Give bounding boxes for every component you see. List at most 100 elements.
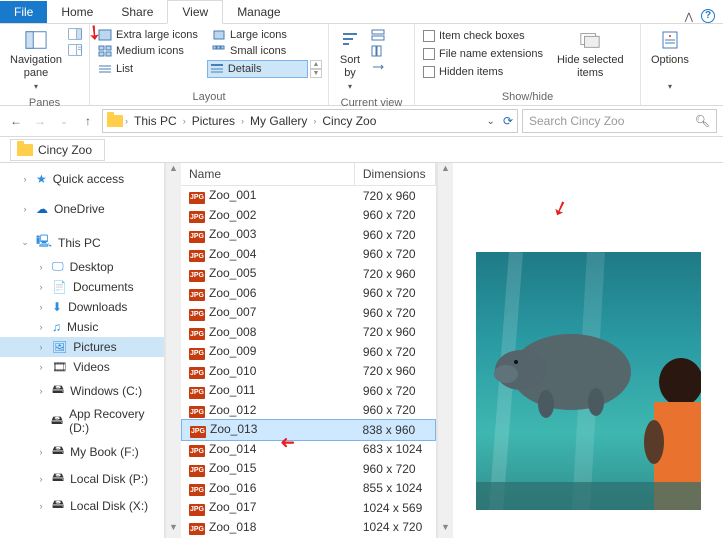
column-header-name[interactable]: Name — [181, 163, 355, 185]
file-row[interactable]: JPGZoo_003960 x 720 — [181, 225, 436, 245]
column-header-dimensions[interactable]: Dimensions — [355, 163, 436, 185]
hide-selected-items-button[interactable]: Hide selected items — [553, 26, 628, 82]
group-label-show-hide: Show/hide — [421, 89, 634, 105]
jpg-icon: JPG — [189, 309, 205, 321]
file-name: Zoo_003 — [209, 227, 256, 241]
group-label-layout: Layout — [96, 89, 322, 105]
layout-details[interactable]: Details — [207, 60, 308, 78]
sidebar-item-windows-c[interactable]: ›🖴Windows (C:) — [0, 377, 164, 404]
breadcrumb-thispc[interactable]: This PC — [130, 114, 181, 128]
sidebar-item-local-p[interactable]: ›🖴Local Disk (P:) — [0, 465, 164, 492]
sidebar-item-thispc[interactable]: ⌄🖳This PC — [0, 229, 164, 256]
file-row[interactable]: JPGZoo_009960 x 720 — [181, 342, 436, 362]
navigation-pane-button[interactable]: Navigation pane▾ — [6, 26, 66, 95]
file-name: Zoo_012 — [209, 403, 256, 417]
sidebar-item-local-x[interactable]: ›🖴Local Disk (X:) — [0, 492, 164, 519]
sidebar-item-documents[interactable]: ›📄Documents — [0, 277, 164, 297]
layout-medium-icons[interactable]: Medium icons — [96, 44, 210, 58]
file-row[interactable]: JPGZoo_016855 x 1024 — [181, 479, 436, 499]
file-row[interactable]: JPGZoo_015960 x 720 — [181, 459, 436, 479]
file-row[interactable]: JPGZoo_001720 x 960 — [181, 186, 436, 206]
preview-pane-button[interactable] — [68, 28, 82, 43]
file-row[interactable]: JPGZoo_014683 x 1024 — [181, 440, 436, 460]
recent-dropdown[interactable]: ⌄ — [54, 111, 74, 131]
sidebar-item-pictures[interactable]: ›🖼Pictures — [0, 337, 164, 357]
file-dimensions: 1024 x 720 — [355, 519, 436, 535]
tab-home[interactable]: Home — [47, 1, 107, 23]
file-dimensions: 720 x 960 — [355, 363, 436, 379]
size-columns-button[interactable] — [371, 61, 385, 76]
ribbon-minimize-icon[interactable]: ⋀ — [685, 12, 693, 23]
sidebar-item-quick-access[interactable]: ›★Quick access — [0, 169, 164, 189]
folder-tab[interactable]: Cincy Zoo — [10, 139, 105, 161]
search-box[interactable]: Search Cincy Zoo 🔍︎ — [522, 109, 717, 133]
add-columns-button[interactable] — [371, 45, 385, 60]
file-dimensions: 960 x 720 — [355, 305, 436, 321]
cloud-icon: ☁ — [36, 202, 48, 216]
sidebar-item-desktop[interactable]: ›🖵Desktop — [0, 256, 164, 277]
file-row[interactable]: JPGZoo_004960 x 720 — [181, 245, 436, 265]
sidebar-item-downloads[interactable]: ›⬇Downloads — [0, 297, 164, 317]
up-button[interactable]: ↑ — [78, 111, 98, 131]
file-row[interactable]: JPGZoo_005720 x 960 — [181, 264, 436, 284]
file-row[interactable]: JPGZoo_011960 x 720 — [181, 381, 436, 401]
breadcrumb-cincyzoo[interactable]: Cincy Zoo — [318, 114, 380, 128]
layout-small-icons[interactable]: Small icons — [210, 44, 310, 58]
layout-scroll-up[interactable]: ▲ — [310, 60, 322, 69]
back-button[interactable]: ← — [6, 111, 26, 131]
file-row[interactable]: JPGZoo_013838 x 960 — [181, 419, 436, 441]
group-by-button[interactable] — [371, 29, 385, 44]
file-row[interactable]: JPGZoo_0181024 x 720 — [181, 518, 436, 538]
group-label-panes: Panes — [6, 95, 83, 111]
jpg-icon: JPG — [189, 348, 205, 360]
file-row[interactable]: JPGZoo_010720 x 960 — [181, 362, 436, 382]
breadcrumb-mygallery[interactable]: My Gallery — [246, 114, 311, 128]
file-dimensions: 720 x 960 — [355, 188, 436, 204]
layout-large-icons[interactable]: Large icons — [210, 28, 310, 42]
file-row[interactable]: JPGZoo_006960 x 720 — [181, 284, 436, 304]
file-name-extensions-toggle[interactable]: File name extensions — [421, 47, 545, 61]
file-dimensions: 960 x 720 — [355, 207, 436, 223]
hidden-items-toggle[interactable]: Hidden items — [421, 65, 545, 79]
item-check-boxes-toggle[interactable]: Item check boxes — [421, 29, 545, 43]
file-row[interactable]: JPGZoo_007960 x 720 — [181, 303, 436, 323]
sort-by-button[interactable]: Sort by▾ — [335, 26, 365, 95]
ribbon: Navigation pane▾ Panes Extra large icons… — [0, 24, 723, 106]
layout-scroll-down[interactable]: ▼ — [310, 69, 322, 78]
tab-file[interactable]: File — [0, 1, 47, 23]
details-pane-button[interactable] — [68, 44, 82, 59]
sidebar-item-onedrive[interactable]: ›☁OneDrive — [0, 199, 164, 219]
file-name: Zoo_018 — [209, 520, 256, 534]
drive-icon: 🖴 — [52, 380, 64, 401]
file-list-scrollbar[interactable]: ▲ ▼ — [165, 163, 181, 538]
file-row[interactable]: JPGZoo_002960 x 720 — [181, 206, 436, 226]
address-dropdown[interactable]: ⌄ — [487, 116, 495, 127]
tab-share[interactable]: Share — [107, 1, 167, 23]
options-icon — [659, 30, 681, 50]
sidebar-item-app-recovery[interactable]: 🖴App Recovery (D:) — [0, 404, 164, 438]
refresh-button[interactable]: ⟳ — [503, 114, 513, 128]
file-dimensions: 960 x 720 — [355, 285, 436, 301]
layout-list[interactable]: List — [96, 60, 207, 78]
preview-scrollbar[interactable]: ▲ ▼ — [437, 163, 453, 538]
address-bar[interactable]: › This PC› Pictures› My Gallery› Cincy Z… — [102, 109, 518, 133]
sidebar-item-music[interactable]: ›♫Music — [0, 317, 164, 337]
breadcrumb-pictures[interactable]: Pictures — [188, 114, 239, 128]
file-name: Zoo_006 — [209, 286, 256, 300]
help-icon[interactable]: ? — [701, 9, 715, 23]
layout-extra-large-icons[interactable]: Extra large icons — [96, 28, 210, 42]
forward-button[interactable]: → — [30, 111, 50, 131]
tab-manage[interactable]: Manage — [223, 1, 294, 23]
desktop-icon: 🖵 — [52, 259, 64, 274]
file-row[interactable]: JPGZoo_008720 x 960 — [181, 323, 436, 343]
file-row[interactable]: JPGZoo_012960 x 720 — [181, 401, 436, 421]
preview-pane — [453, 163, 723, 538]
file-row[interactable]: JPGZoo_0171024 x 569 — [181, 498, 436, 518]
search-placeholder: Search Cincy Zoo — [529, 114, 624, 128]
tab-view[interactable]: View — [167, 0, 223, 24]
ribbon-tabs: File Home Share View Manage ⋀ ? — [0, 0, 723, 24]
sidebar-item-videos[interactable]: ›🎞Videos — [0, 357, 164, 377]
sidebar-item-mybook[interactable]: ›🖴My Book (F:) — [0, 438, 164, 465]
options-button[interactable]: Options▾ — [647, 26, 693, 95]
navigation-tree: ›★Quick access ›☁OneDrive ⌄🖳This PC ›🖵De… — [0, 163, 165, 538]
